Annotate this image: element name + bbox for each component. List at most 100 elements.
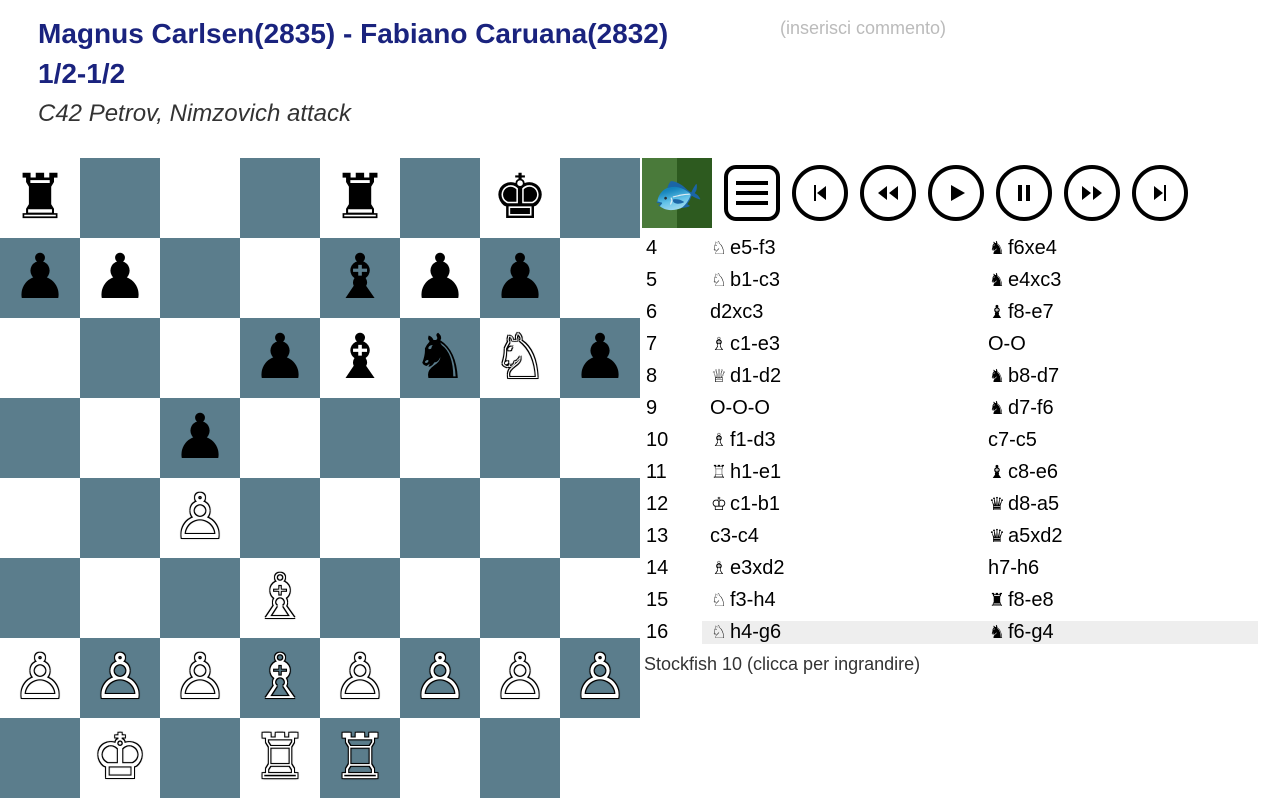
square[interactable] — [560, 158, 640, 238]
square[interactable] — [480, 398, 560, 478]
square[interactable]: ♟ — [240, 318, 320, 398]
chess-piece[interactable]: ♜ — [12, 167, 68, 229]
square[interactable]: ♙ — [0, 638, 80, 718]
chess-board[interactable]: ♜♜♚♟♟♝♟♟♟♝♞♘♟♟♙♗♙♙♙♗♙♙♙♙♔♖♖ — [0, 158, 640, 798]
square[interactable]: ♗ — [240, 638, 320, 718]
square[interactable]: ♙ — [320, 638, 400, 718]
white-move[interactable]: O-O-O — [702, 397, 980, 420]
black-move[interactable]: ♞d7-f6 — [980, 397, 1258, 420]
engine-output-label[interactable]: Stockfish 10 (clicca per ingrandire) — [642, 654, 1278, 675]
square[interactable] — [320, 398, 400, 478]
rewind-button[interactable] — [860, 165, 916, 221]
white-move[interactable]: ♕d1-d2 — [702, 365, 980, 388]
white-move[interactable]: ♗c1-e3 — [702, 333, 980, 356]
white-move[interactable]: c3-c4 — [702, 525, 980, 548]
chess-piece[interactable]: ♞ — [412, 327, 468, 389]
square[interactable] — [160, 558, 240, 638]
white-move[interactable]: ♗e3xd2 — [702, 557, 980, 580]
square[interactable] — [160, 718, 240, 798]
square[interactable] — [80, 558, 160, 638]
square[interactable]: ♜ — [320, 158, 400, 238]
square[interactable] — [0, 478, 80, 558]
square[interactable]: ♟ — [560, 318, 640, 398]
square[interactable]: ♝ — [320, 238, 400, 318]
square[interactable] — [400, 398, 480, 478]
black-move[interactable]: ♞f6xe4 — [980, 237, 1258, 260]
black-move[interactable]: ♞e4xc3 — [980, 269, 1258, 292]
chess-piece[interactable]: ♟ — [492, 247, 548, 309]
square[interactable] — [400, 158, 480, 238]
square[interactable] — [400, 558, 480, 638]
square[interactable]: ♖ — [240, 718, 320, 798]
first-move-button[interactable] — [792, 165, 848, 221]
square[interactable] — [240, 238, 320, 318]
white-move[interactable]: ♘f3-h4 — [702, 589, 980, 612]
white-move[interactable]: ♖h1-e1 — [702, 461, 980, 484]
black-move[interactable]: ♛d8-a5 — [980, 493, 1258, 516]
chess-piece[interactable]: ♟ — [572, 327, 628, 389]
square[interactable]: ♔ — [80, 718, 160, 798]
chess-piece[interactable]: ♟ — [412, 247, 468, 309]
square[interactable]: ♖ — [320, 718, 400, 798]
square[interactable] — [320, 558, 400, 638]
chess-piece[interactable]: ♙ — [412, 647, 468, 709]
white-move[interactable]: ♔c1-b1 — [702, 493, 980, 516]
square[interactable] — [400, 718, 480, 798]
chess-piece[interactable]: ♙ — [332, 647, 388, 709]
black-move[interactable]: O-O — [980, 333, 1258, 356]
square[interactable]: ♙ — [160, 478, 240, 558]
chess-piece[interactable]: ♙ — [572, 647, 628, 709]
chess-piece[interactable]: ♔ — [92, 727, 148, 789]
square[interactable]: ♙ — [480, 638, 560, 718]
black-move[interactable]: ♞b8-d7 — [980, 365, 1258, 388]
chess-piece[interactable]: ♜ — [332, 167, 388, 229]
square[interactable] — [480, 558, 560, 638]
square[interactable] — [80, 318, 160, 398]
chess-piece[interactable]: ♟ — [252, 327, 308, 389]
square[interactable] — [0, 318, 80, 398]
square[interactable] — [480, 478, 560, 558]
square[interactable]: ♟ — [80, 238, 160, 318]
square[interactable] — [0, 558, 80, 638]
square[interactable] — [160, 238, 240, 318]
square[interactable]: ♜ — [0, 158, 80, 238]
white-move[interactable]: ♗f1-d3 — [702, 429, 980, 452]
square[interactable] — [560, 718, 640, 798]
black-move[interactable]: ♝f8-e7 — [980, 301, 1258, 324]
black-move[interactable]: ♛a5xd2 — [980, 525, 1258, 548]
square[interactable] — [560, 558, 640, 638]
black-move[interactable]: c7-c5 — [980, 429, 1258, 452]
square[interactable] — [80, 398, 160, 478]
chess-piece[interactable]: ♚ — [492, 167, 548, 229]
square[interactable]: ♟ — [0, 238, 80, 318]
square[interactable] — [320, 478, 400, 558]
square[interactable] — [560, 238, 640, 318]
square[interactable]: ♗ — [240, 558, 320, 638]
square[interactable]: ♟ — [480, 238, 560, 318]
menu-button[interactable] — [724, 165, 780, 221]
chess-piece[interactable]: ♖ — [332, 727, 388, 789]
square[interactable]: ♚ — [480, 158, 560, 238]
square[interactable] — [400, 478, 480, 558]
square[interactable] — [80, 158, 160, 238]
forward-button[interactable] — [1064, 165, 1120, 221]
engine-toggle-button[interactable]: 🐟 — [642, 158, 712, 228]
chess-piece[interactable]: ♝ — [332, 327, 388, 389]
chess-piece[interactable]: ♙ — [172, 647, 228, 709]
black-move[interactable]: h7-h6 — [980, 557, 1258, 580]
square[interactable]: ♙ — [400, 638, 480, 718]
pause-button[interactable] — [996, 165, 1052, 221]
square[interactable] — [160, 318, 240, 398]
chess-piece[interactable]: ♙ — [172, 487, 228, 549]
square[interactable] — [240, 158, 320, 238]
chess-piece[interactable]: ♖ — [252, 727, 308, 789]
square[interactable]: ♙ — [160, 638, 240, 718]
square[interactable] — [560, 478, 640, 558]
chess-piece[interactable]: ♝ — [332, 247, 388, 309]
black-move[interactable]: ♝c8-e6 — [980, 461, 1258, 484]
square[interactable] — [0, 718, 80, 798]
square[interactable]: ♟ — [160, 398, 240, 478]
square[interactable]: ♙ — [560, 638, 640, 718]
black-move[interactable]: ♞f6-g4 — [980, 621, 1258, 644]
last-move-button[interactable] — [1132, 165, 1188, 221]
